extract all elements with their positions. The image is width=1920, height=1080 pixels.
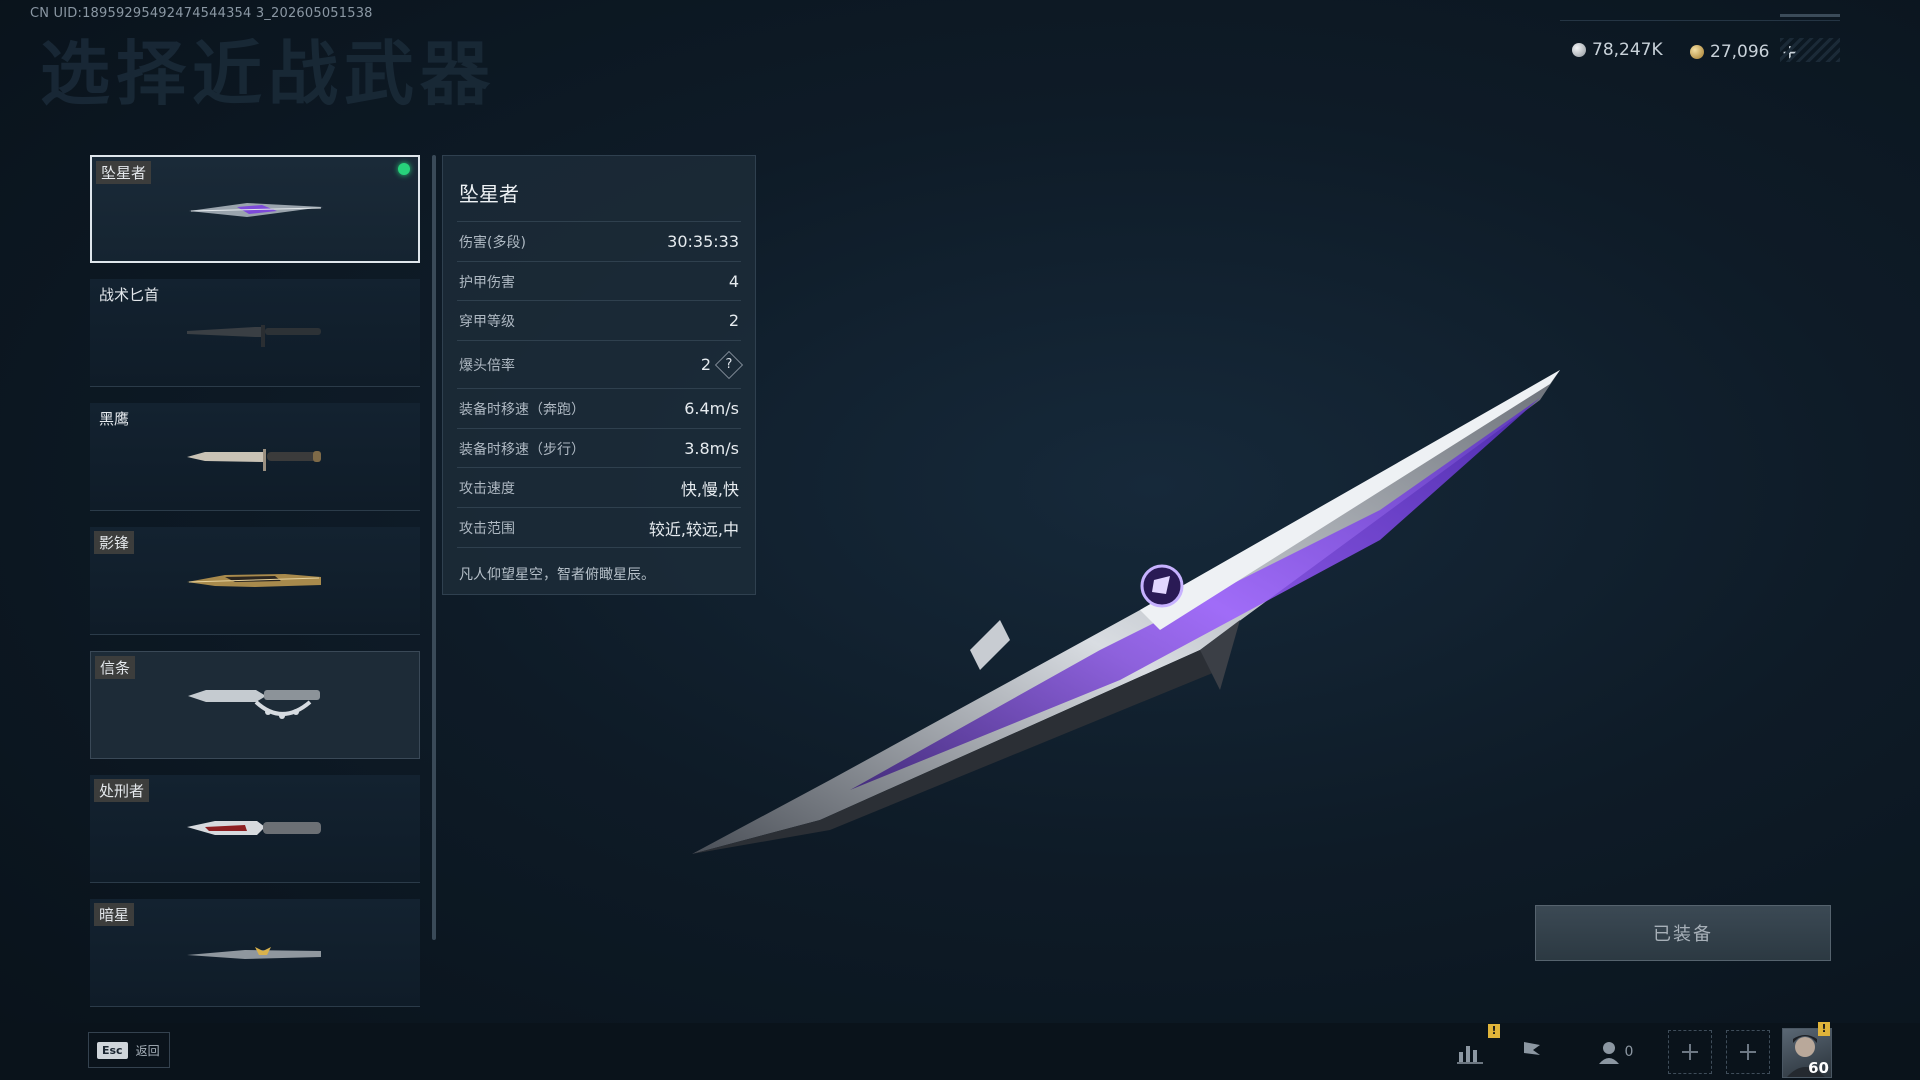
page-title: 选择近战武器 xyxy=(40,33,496,115)
weapon-card-creed[interactable]: 信条 xyxy=(90,651,420,759)
weapon-knife-icon xyxy=(187,449,321,471)
weapon-card-executioner[interactable]: 处刑者 xyxy=(90,775,420,883)
weapon-name: 暗星 xyxy=(94,903,135,926)
silver-currency: 78,247K xyxy=(1572,40,1663,60)
stat-label: 爆头倍率 xyxy=(459,358,515,374)
flag-button[interactable] xyxy=(1510,1030,1554,1074)
weapon-card-tactical-dagger[interactable]: 战术匕首 xyxy=(90,279,420,387)
stats-title: 坠星者 xyxy=(459,182,519,206)
weapon-name: 黑鹰 xyxy=(99,410,130,428)
weapon-card-black-hawk[interactable]: 黑鹰 xyxy=(90,403,420,511)
stats-warning-badge: ! xyxy=(1488,1024,1500,1038)
silver-coin-icon xyxy=(1572,43,1586,57)
equipped-button[interactable]: 已装备 xyxy=(1535,905,1831,961)
bar-chart-icon xyxy=(1457,1046,1483,1064)
avatar-warning-badge: ! xyxy=(1818,1022,1830,1036)
weapon-list: 坠星者 战术匕首 黑鹰 影锋 信条 处刑者 暗星 xyxy=(90,155,420,1007)
weapon-preview-knife[interactable] xyxy=(680,350,1580,870)
weapon-card-shadow-edge[interactable]: 影锋 xyxy=(90,527,420,635)
weapon-card-dark-star[interactable]: 暗星 xyxy=(90,899,420,1007)
stats-button[interactable] xyxy=(1448,1030,1492,1074)
friends-count: 0 xyxy=(1624,1044,1634,1060)
currency-decoration xyxy=(1780,38,1840,62)
stat-value: 4 xyxy=(728,272,739,291)
friends-icon xyxy=(1598,1042,1619,1064)
add-slot-button-2[interactable] xyxy=(1726,1030,1770,1074)
weapon-name: 坠星者 xyxy=(96,161,152,184)
stat-label: 装备时移速（步行） xyxy=(459,441,585,458)
stat-value: 2 xyxy=(728,311,739,330)
stat-row-damage: 伤害(多段) 30:35:33 xyxy=(457,221,741,261)
equipped-indicator xyxy=(398,163,410,175)
friends-button[interactable]: 0 xyxy=(1585,1030,1645,1074)
weapon-name: 战术匕首 xyxy=(99,286,160,304)
gold-coin-icon xyxy=(1690,45,1704,59)
stat-label: 伤害(多段) xyxy=(459,234,526,251)
weapon-name: 信条 xyxy=(95,656,136,679)
weapon-knife-icon xyxy=(189,203,323,217)
back-button[interactable]: Esc 返回 xyxy=(88,1032,170,1068)
stat-row-penetration-level: 穿甲等级 2 xyxy=(457,300,741,340)
plus-icon xyxy=(1740,1044,1756,1060)
flag-icon xyxy=(1524,1042,1540,1063)
weapon-flavor-text: 凡人仰望星空，智者俯瞰星辰。 xyxy=(459,567,655,583)
add-slot-button-1[interactable] xyxy=(1668,1030,1712,1074)
silver-amount: 78,247K xyxy=(1592,40,1663,60)
stat-label: 穿甲等级 xyxy=(459,313,515,330)
esc-key-icon: Esc xyxy=(97,1041,128,1059)
back-label: 返回 xyxy=(135,1043,160,1058)
weapon-knife-icon xyxy=(187,574,321,587)
weapon-knife-icon xyxy=(187,325,321,347)
stat-label: 护甲伤害 xyxy=(459,274,515,291)
plus-icon xyxy=(1682,1044,1698,1060)
stat-value: 30:35:33 xyxy=(667,232,739,251)
weapon-name: 影锋 xyxy=(94,531,135,554)
top-divider xyxy=(1560,20,1840,21)
gold-amount: 27,096 xyxy=(1710,42,1770,62)
stat-label: 装备时移速（奔跑） xyxy=(459,401,585,418)
weapon-name: 处刑者 xyxy=(94,779,150,802)
weapon-knife-icon xyxy=(188,690,320,719)
weapon-list-scrollbar[interactable] xyxy=(432,155,436,940)
player-level: 60 xyxy=(1808,1059,1829,1077)
weapon-card-zhuixingzhe[interactable]: 坠星者 xyxy=(90,155,420,263)
top-divider-mark xyxy=(1780,14,1840,17)
stat-label: 攻击范围 xyxy=(459,520,515,537)
weapon-knife-icon xyxy=(187,947,321,959)
stat-label: 攻击速度 xyxy=(459,480,515,497)
weapon-knife-icon xyxy=(187,821,321,835)
stat-row-armor-damage: 护甲伤害 4 xyxy=(457,261,741,301)
